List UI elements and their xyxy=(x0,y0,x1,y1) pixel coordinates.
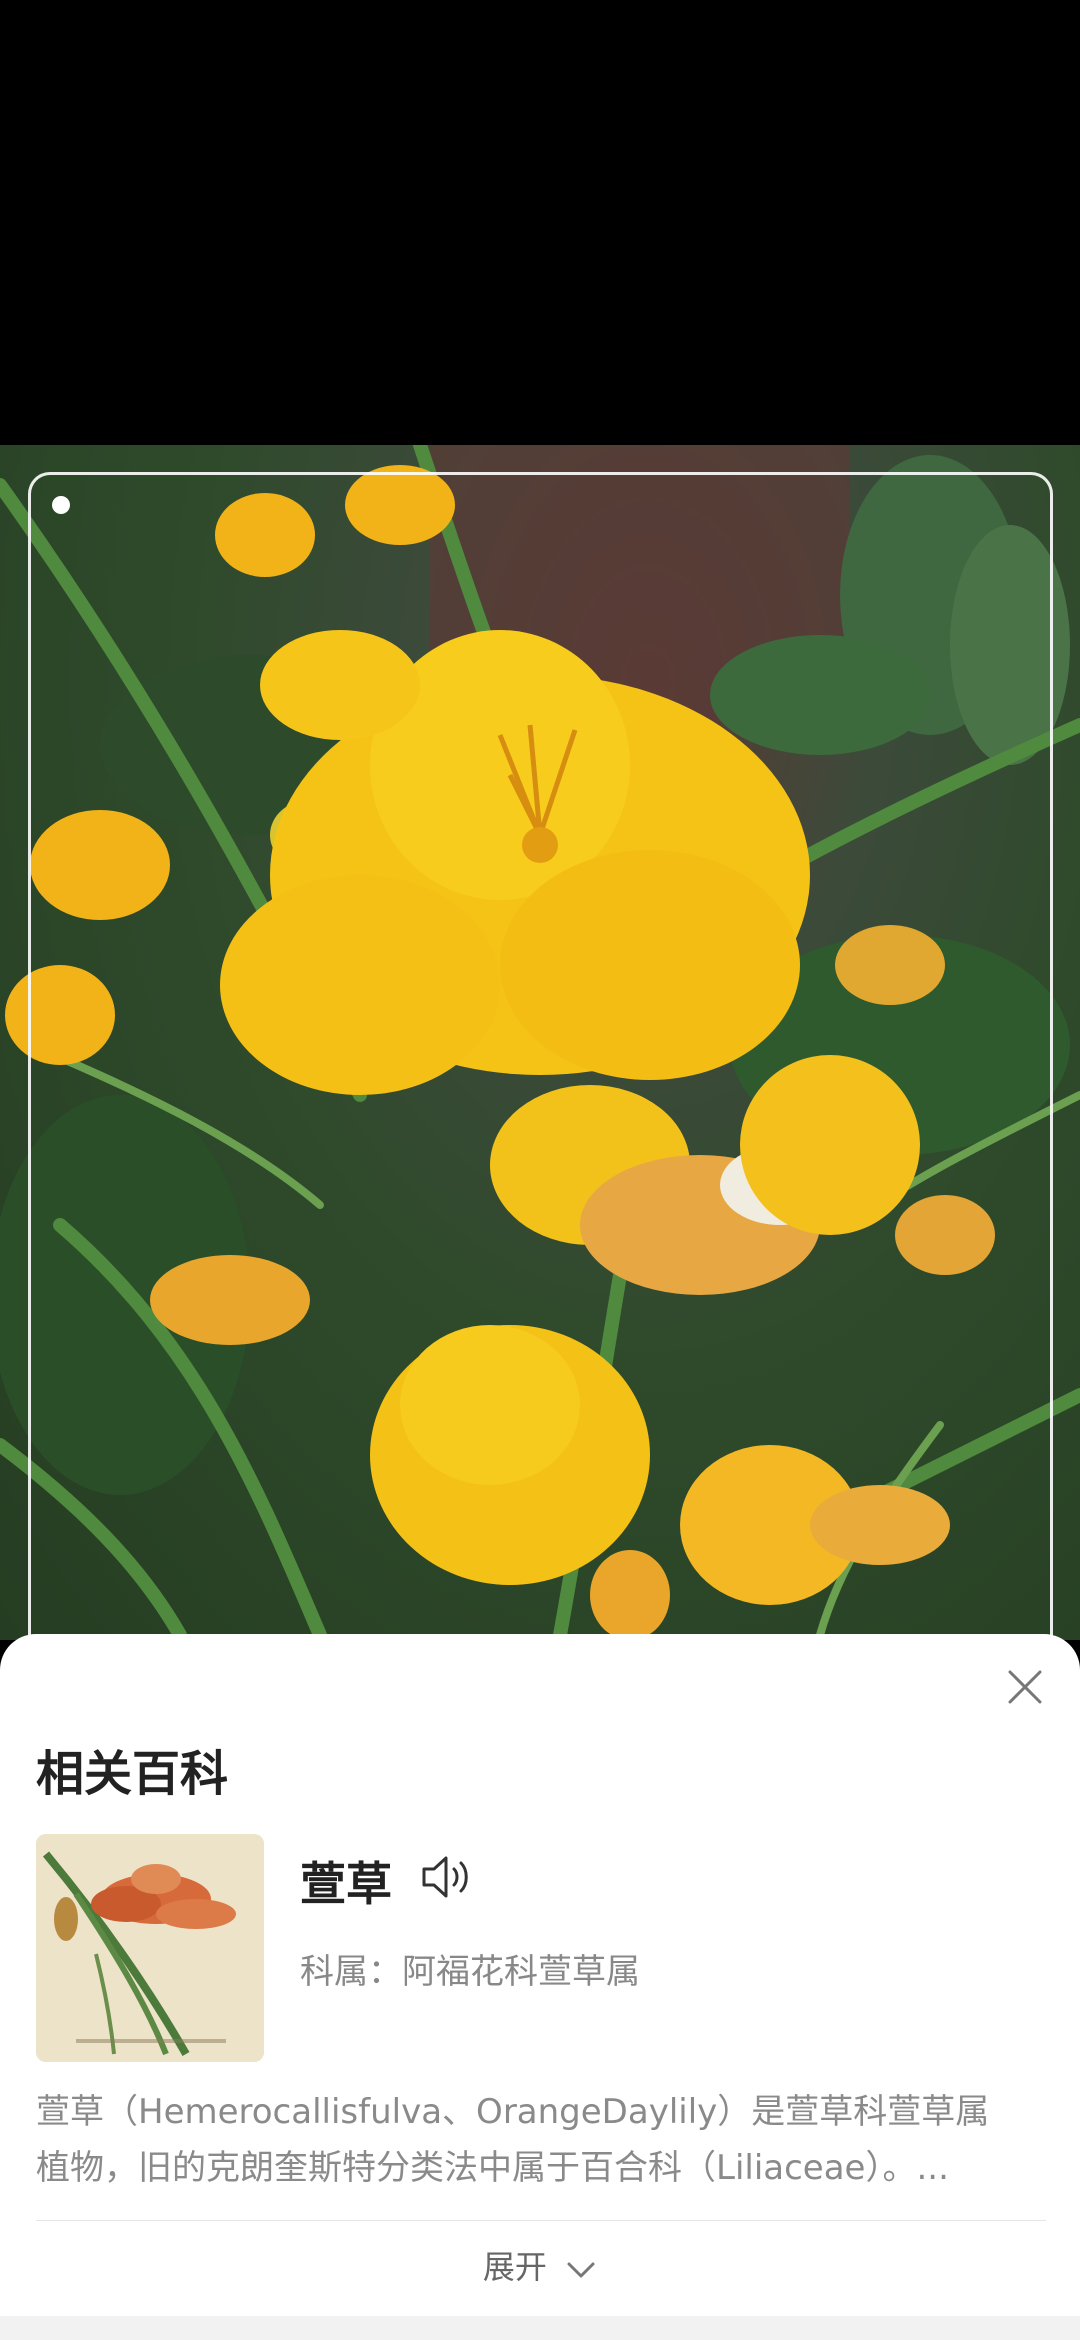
plant-name: 萱草 xyxy=(300,1857,392,1911)
expand-button[interactable]: 展开 xyxy=(0,2242,1080,2288)
plant-family: 科属：阿福花科萱草属 xyxy=(300,1944,640,1993)
speaker-icon[interactable] xyxy=(418,1852,478,1902)
family-label: 科属： xyxy=(300,1952,402,1992)
close-icon[interactable] xyxy=(1000,1662,1050,1712)
bottom-strip xyxy=(0,2316,1080,2340)
description-line: 萱草（Hemerocallisfulva、OrangeDaylily）是萱草科萱… xyxy=(36,2092,990,2132)
encyclopedia-sheet: 相关百科 萱草 科属：阿福花科萱草属 萱草（Hemerocallisfulva、… xyxy=(0,1634,1080,2340)
divider xyxy=(36,2220,1046,2221)
sheet-title: 相关百科 xyxy=(36,1746,229,1802)
plant-description: 萱草（Hemerocallisfulva、OrangeDaylily）是萱草科萱… xyxy=(36,2084,1046,2196)
camera-top-area xyxy=(0,0,1080,445)
family-value: 阿福花科萱草属 xyxy=(402,1952,640,1992)
chevron-down-icon xyxy=(565,2250,597,2288)
description-line: 植物，旧的克朗奎斯特分类法中属于百合科（Liliaceae）。... xyxy=(36,2148,949,2188)
expand-label: 展开 xyxy=(482,2248,547,2286)
plant-thumbnail[interactable] xyxy=(36,1834,264,2062)
scan-frame xyxy=(28,472,1053,1640)
scan-indicator-dot xyxy=(52,496,70,514)
